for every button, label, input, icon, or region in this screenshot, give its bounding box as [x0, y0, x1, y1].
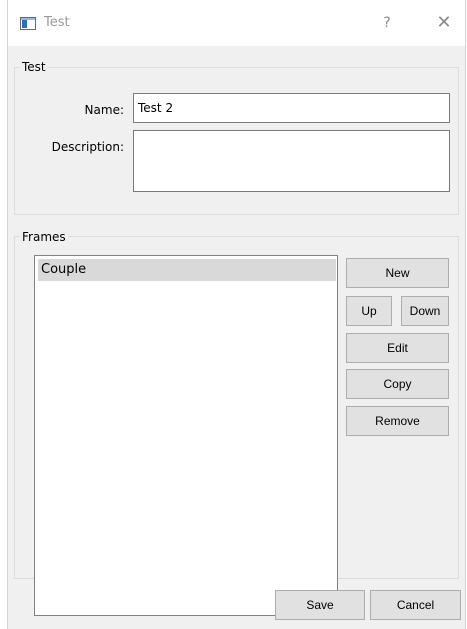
test-groupbox-title: Test	[20, 60, 48, 74]
dialog-body: Test Name: Test 2 Description: Frames Co…	[8, 46, 465, 629]
cancel-button[interactable]: Cancel	[370, 590, 461, 620]
dialog-window: Test ? ✕ Test Name: Test 2 Description: …	[0, 0, 467, 629]
name-label: Name:	[84, 103, 124, 117]
title-bar[interactable]: Test ? ✕	[8, 0, 465, 46]
new-button[interactable]: New	[346, 258, 449, 288]
edit-button[interactable]: Edit	[346, 333, 449, 363]
down-button[interactable]: Down	[401, 296, 449, 326]
close-icon[interactable]: ✕	[433, 12, 455, 34]
window-title: Test	[44, 15, 70, 30]
frames-list[interactable]: Couple	[34, 255, 338, 616]
save-button[interactable]: Save	[275, 590, 365, 620]
name-field[interactable]: Test 2	[133, 93, 450, 123]
up-button[interactable]: Up	[346, 296, 392, 326]
description-field[interactable]	[133, 130, 450, 192]
list-item[interactable]: Couple	[38, 259, 336, 281]
description-label: Description:	[51, 140, 124, 154]
remove-button[interactable]: Remove	[346, 406, 449, 436]
copy-button[interactable]: Copy	[346, 369, 449, 399]
frames-groupbox-title: Frames	[20, 230, 68, 244]
window-border-right	[465, 0, 466, 629]
app-window-icon	[20, 17, 36, 30]
help-button[interactable]: ?	[377, 13, 397, 33]
